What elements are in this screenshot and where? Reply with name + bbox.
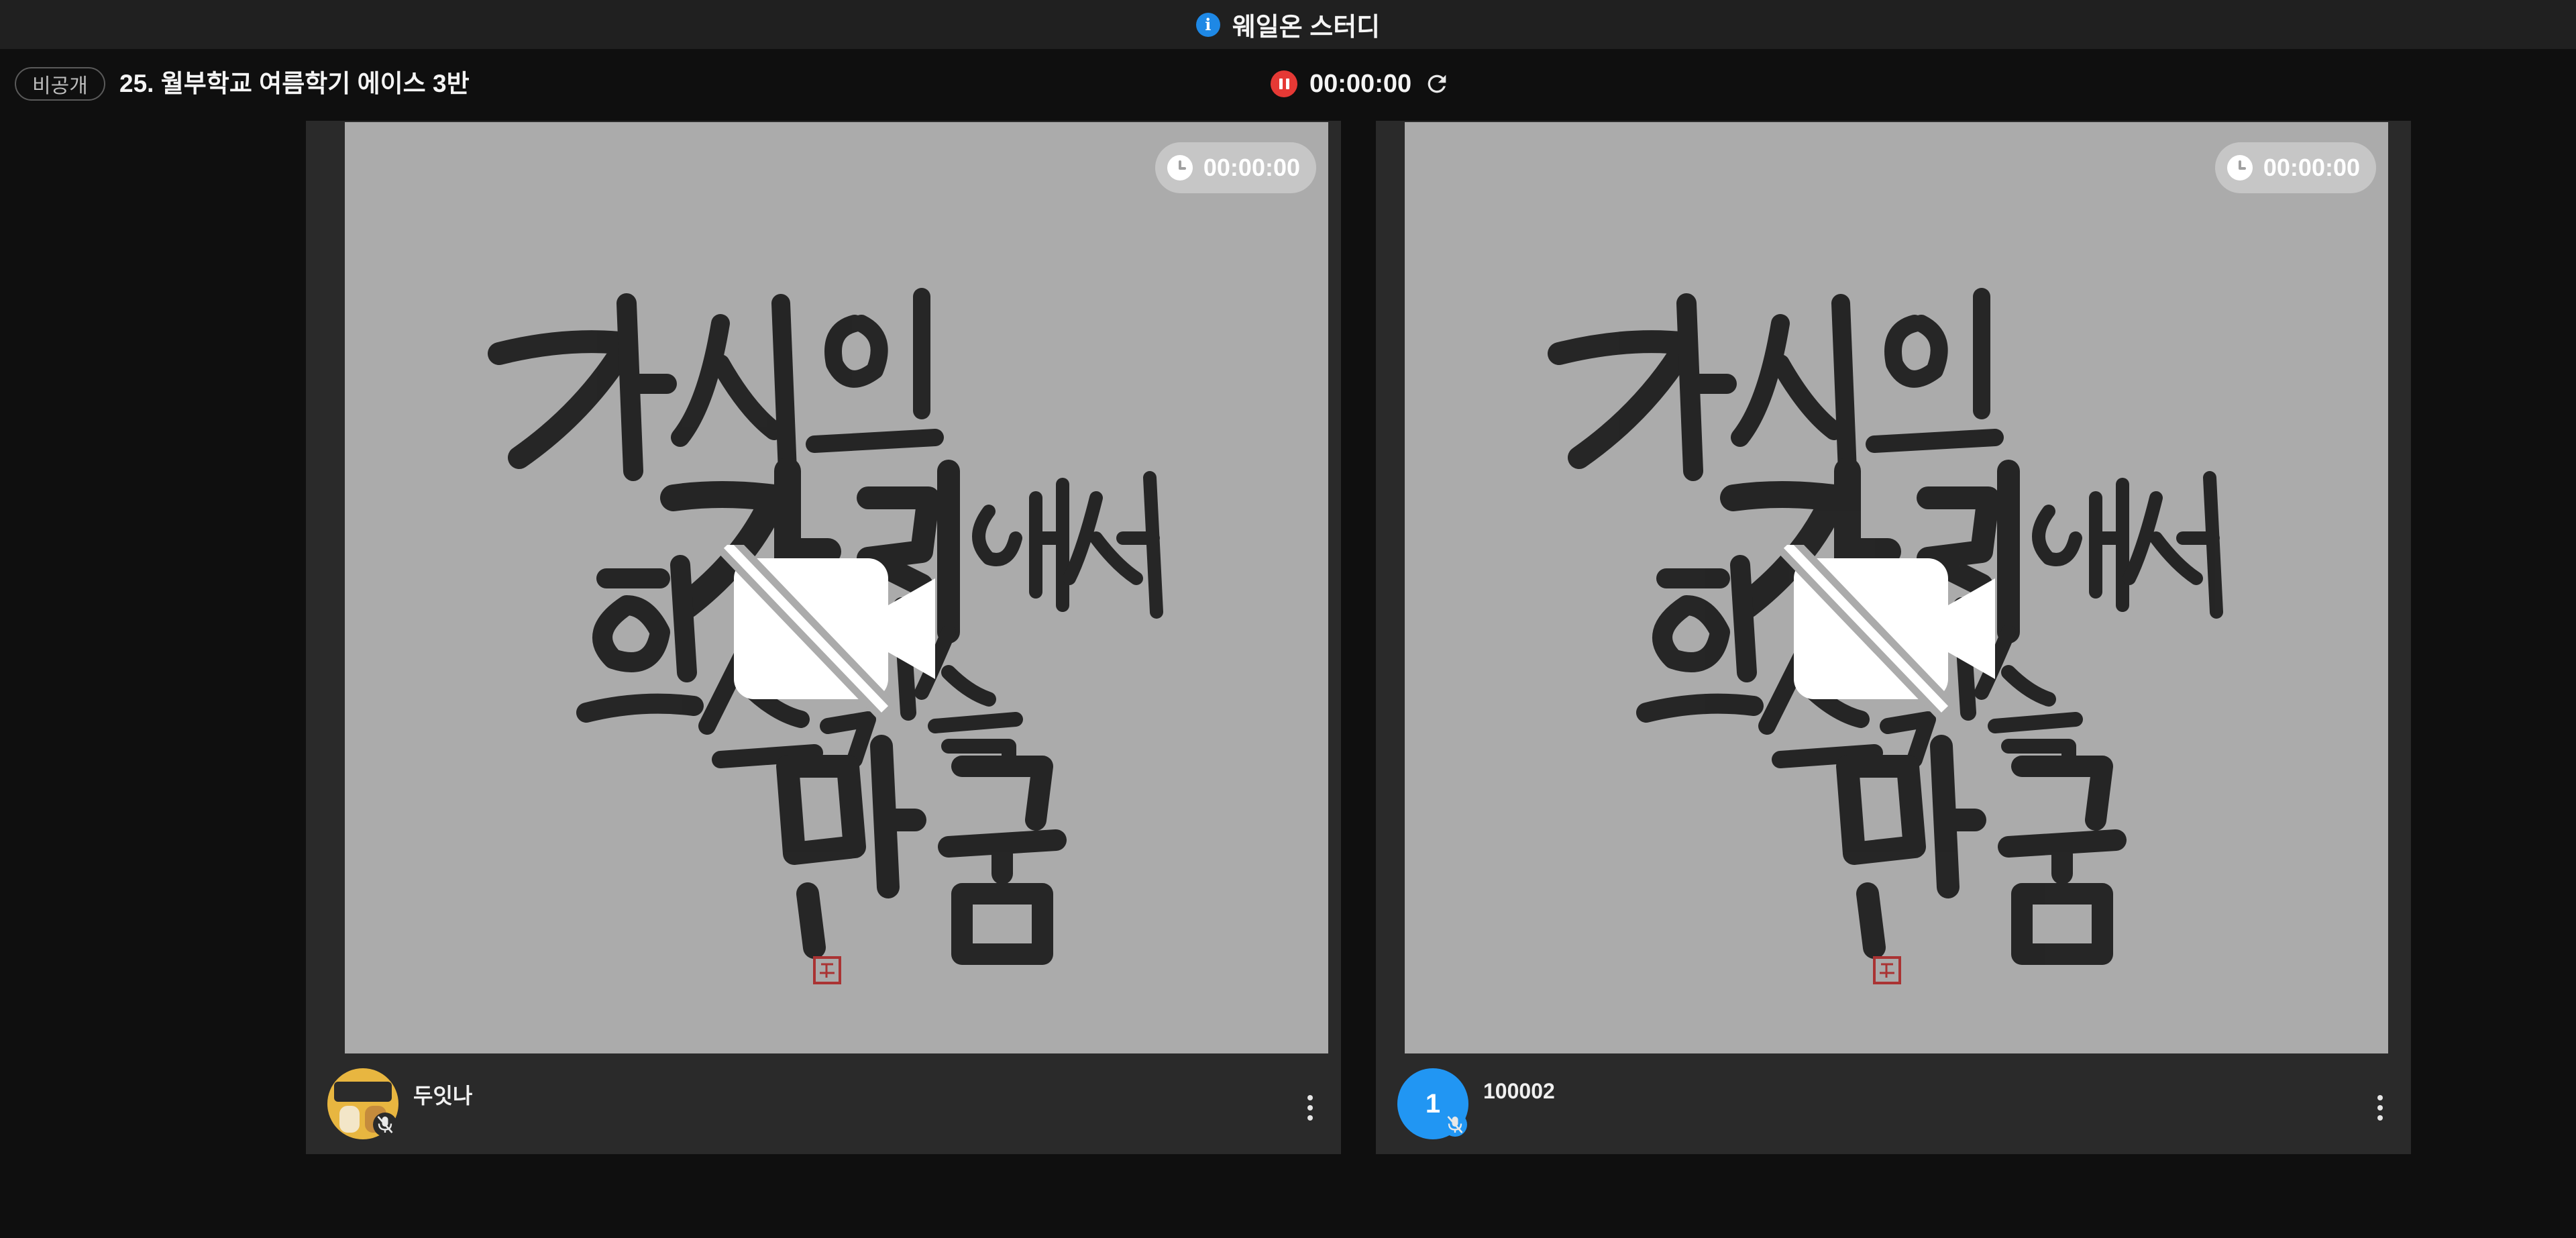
tile-timer-value: 00:00:00 [1203, 154, 1300, 181]
participant-tile[interactable]: 00:00:00 1 100002 [1376, 121, 2411, 1154]
tile-timer: 00:00:00 [2214, 142, 2376, 193]
video-area: 00:00:00 [1405, 122, 2388, 1053]
tile-footer: 1 100002 [1376, 1053, 2411, 1154]
camera-off-icon [1780, 545, 1995, 718]
camera-off-icon [720, 545, 935, 718]
pause-icon[interactable] [1271, 70, 1297, 97]
recording-timer-group: 00:00:00 [1271, 68, 1450, 99]
participant-name: 두잇나 [413, 1084, 473, 1108]
window-title-bar: i 웨일온 스터디 [0, 0, 2576, 49]
info-icon[interactable]: i [1195, 12, 1220, 37]
clock-icon [1167, 155, 1193, 180]
room-title: 25. 월부학교 여름학기 에이스 3반 [119, 70, 470, 97]
window-title: 웨일온 스터디 [1232, 13, 1381, 42]
tile-timer-value: 00:00:00 [2263, 154, 2360, 181]
recording-timer: 00:00:00 [1309, 69, 1412, 98]
mic-off-icon [373, 1113, 397, 1137]
clock-icon [2226, 155, 2253, 180]
refresh-icon[interactable] [1424, 70, 1450, 97]
mic-off-icon [1443, 1113, 1467, 1137]
tile-timer: 00:00:00 [1155, 142, 1316, 193]
video-area: 00:00:00 [345, 122, 1328, 1053]
participant-tile[interactable]: 00:00:00 두잇나 [306, 121, 1341, 1154]
more-vert-icon[interactable] [1306, 1095, 1314, 1125]
visibility-badge: 비공개 [15, 67, 105, 101]
more-vert-icon[interactable] [2376, 1095, 2384, 1125]
room-header: 비공개 25. 월부학교 여름학기 에이스 3반 00:00:00 [0, 64, 2576, 105]
tile-footer: 두잇나 [306, 1053, 1341, 1154]
participant-name: 100002 [1483, 1079, 1555, 1103]
